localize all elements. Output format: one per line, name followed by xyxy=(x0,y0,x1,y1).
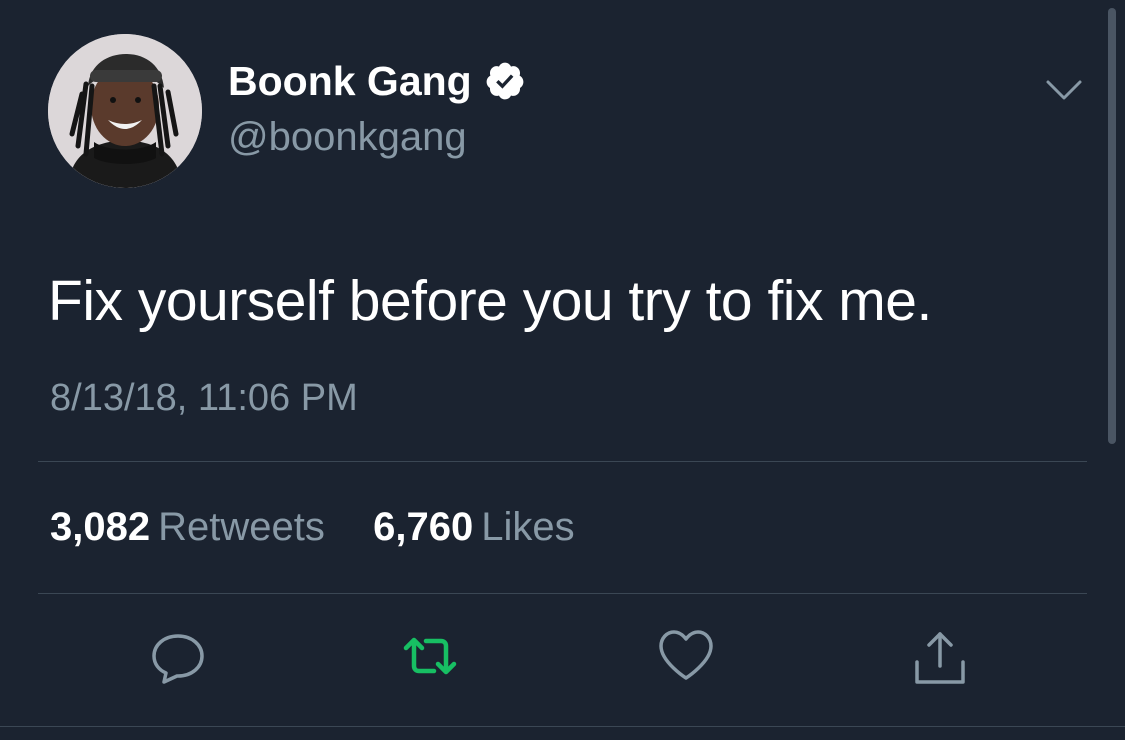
divider xyxy=(38,593,1087,594)
tweet-text: Fix yourself before you try to fix me. xyxy=(48,269,932,333)
heart-icon xyxy=(659,630,713,680)
likes-count: 6,760 xyxy=(373,505,474,549)
tweet-author-name[interactable]: Boonk Gang xyxy=(228,56,526,106)
likes-label: Likes xyxy=(481,505,575,549)
like-button[interactable] xyxy=(656,626,716,686)
retweet-icon xyxy=(403,637,457,675)
tweet-stats: 3,082 Retweets 6,760 Likes xyxy=(50,502,575,552)
scrollbar[interactable] xyxy=(1108,8,1116,444)
tweet-timestamp: 8/13/18, 11:06 PM xyxy=(50,377,358,419)
share-icon xyxy=(915,632,965,684)
reply-icon xyxy=(152,634,204,684)
avatar[interactable] xyxy=(48,34,202,188)
display-name-text: Boonk Gang xyxy=(228,58,472,104)
retweets-stat[interactable]: 3,082 Retweets xyxy=(50,505,336,549)
divider xyxy=(38,461,1087,462)
retweet-button[interactable] xyxy=(400,626,460,686)
retweets-label: Retweets xyxy=(158,505,325,549)
retweets-count: 3,082 xyxy=(50,505,151,549)
verified-badge-icon xyxy=(484,60,526,102)
share-button[interactable] xyxy=(910,626,970,686)
tweet-author-handle[interactable]: @boonkgang xyxy=(228,112,467,162)
avatar-image xyxy=(48,34,202,188)
reply-button[interactable] xyxy=(148,626,208,686)
divider xyxy=(0,726,1125,727)
likes-stat[interactable]: 6,760 Likes xyxy=(373,505,575,549)
chevron-down-icon[interactable] xyxy=(1044,76,1084,104)
